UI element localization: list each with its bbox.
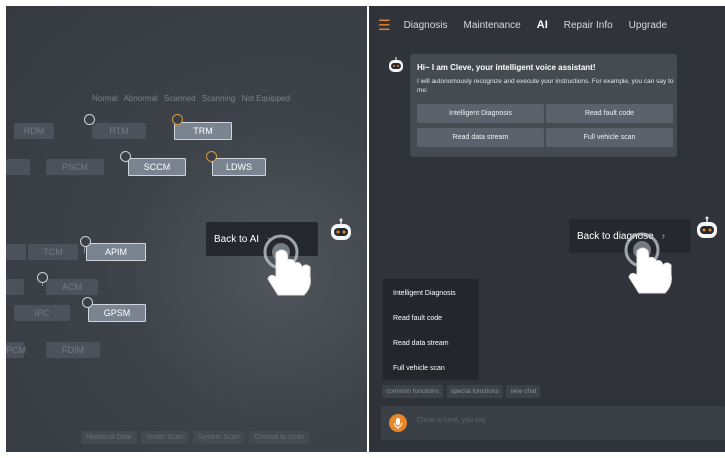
suggest-read-fault-code-button[interactable]: Read fault code xyxy=(546,104,673,123)
module-ldws[interactable]: LDWS xyxy=(212,158,266,176)
suggest-full-vehicle-scan-button[interactable]: Full vehicle scan xyxy=(546,128,673,147)
module-tcm[interactable]: TCM xyxy=(28,244,78,260)
module-trm[interactable]: TRM xyxy=(174,122,232,140)
module-fdim[interactable]: FDIM xyxy=(46,342,100,358)
command-read-data-stream[interactable]: Read data stream xyxy=(393,340,449,347)
system-scan-button[interactable]: System Scan xyxy=(193,431,245,444)
status-circle xyxy=(82,297,93,308)
module-partial xyxy=(6,279,24,295)
legend-scanning: Scanning xyxy=(201,94,236,103)
robot-icon[interactable] xyxy=(694,216,720,242)
module-partial xyxy=(6,159,30,175)
tab-upgrade[interactable]: Upgrade xyxy=(629,20,667,31)
historical-data-button[interactable]: Historical Data xyxy=(81,431,137,444)
chip-new-chat[interactable]: new chat xyxy=(506,385,541,398)
module-pscm[interactable]: PSCM xyxy=(46,159,104,175)
bottom-button-bar: Historical Data Smart Scan System Scan C… xyxy=(81,431,312,444)
chat-input-placeholder: Cleve is here, you say xyxy=(417,417,486,424)
status-circle xyxy=(37,272,48,283)
left-panel: Normal Abnormal Scanned Scanning Not Equ… xyxy=(6,6,367,452)
tab-maintenance[interactable]: Maintenance xyxy=(463,20,520,31)
command-list: Intelligent Diagnosis Read fault code Re… xyxy=(383,279,479,380)
status-circle xyxy=(84,114,95,125)
legend: Normal Abnormal Scanned Scanning Not Equ… xyxy=(92,94,294,103)
legend-not-equipped: Not Equipped xyxy=(241,94,290,103)
status-circle xyxy=(206,151,217,162)
chip-special-functions[interactable]: special functions xyxy=(446,385,503,398)
legend-scanned: Scanned xyxy=(164,94,196,103)
legend-abnormal: Abnormal xyxy=(123,94,158,103)
module-partial xyxy=(6,244,26,260)
module-pcm[interactable]: PCM xyxy=(6,342,26,358)
command-full-vehicle-scan[interactable]: Full vehicle scan xyxy=(393,365,445,372)
module-rtm[interactable]: RTM xyxy=(92,123,146,139)
tab-diagnosis[interactable]: Diagnosis xyxy=(404,20,448,31)
right-panel: ☰ Diagnosis Maintenance AI Repair Info U… xyxy=(369,6,725,452)
connector xyxy=(84,246,85,253)
module-apim[interactable]: APIM xyxy=(86,243,146,261)
status-circle xyxy=(80,236,91,247)
hamburger-icon[interactable]: ☰ xyxy=(378,17,391,34)
greeting-body: I will autonomously recognize and execut… xyxy=(417,78,674,94)
greeting-title: Hi~ I am Cleve, your intelligent voice a… xyxy=(417,63,596,72)
pointing-hand-icon xyxy=(624,232,672,294)
suggest-read-data-stream-button[interactable]: Read data stream xyxy=(417,128,544,147)
chip-common-functions[interactable]: common functions xyxy=(382,385,443,398)
module-sccm[interactable]: SCCM xyxy=(128,158,186,176)
tab-repair-info[interactable]: Repair Info xyxy=(564,20,613,31)
back-to-ai-label: Back to AI xyxy=(214,233,260,245)
choose-to-scan-button[interactable]: Choose to Scan xyxy=(249,431,310,444)
pointing-hand-icon xyxy=(263,234,311,296)
suggest-intelligent-diagnosis-button[interactable]: Intelligent Diagnosis xyxy=(417,104,544,123)
chip-row: common functions special functions new c… xyxy=(382,385,542,398)
microphone-icon[interactable] xyxy=(389,414,407,432)
chat-input-bar[interactable]: Cleve is here, you say xyxy=(381,406,725,440)
module-ipc[interactable]: IPC xyxy=(14,305,70,321)
status-circle xyxy=(120,151,131,162)
legend-normal: Normal xyxy=(92,94,118,103)
greeting-card: Hi~ I am Cleve, your intelligent voice a… xyxy=(410,54,677,157)
robot-icon[interactable] xyxy=(328,218,354,244)
command-read-fault-code[interactable]: Read fault code xyxy=(393,315,442,322)
module-rdm[interactable]: RDM xyxy=(14,123,54,139)
top-nav: ☰ Diagnosis Maintenance AI Repair Info U… xyxy=(369,6,725,44)
command-intelligent-diagnosis[interactable]: Intelligent Diagnosis xyxy=(393,290,456,297)
status-circle xyxy=(172,114,183,125)
module-gpsm[interactable]: GPSM xyxy=(88,304,146,322)
module-acm[interactable]: ACM xyxy=(46,279,98,295)
smart-scan-button[interactable]: Smart Scan xyxy=(141,431,189,444)
tab-ai[interactable]: AI xyxy=(537,19,548,31)
assistant-avatar-icon xyxy=(389,57,403,72)
